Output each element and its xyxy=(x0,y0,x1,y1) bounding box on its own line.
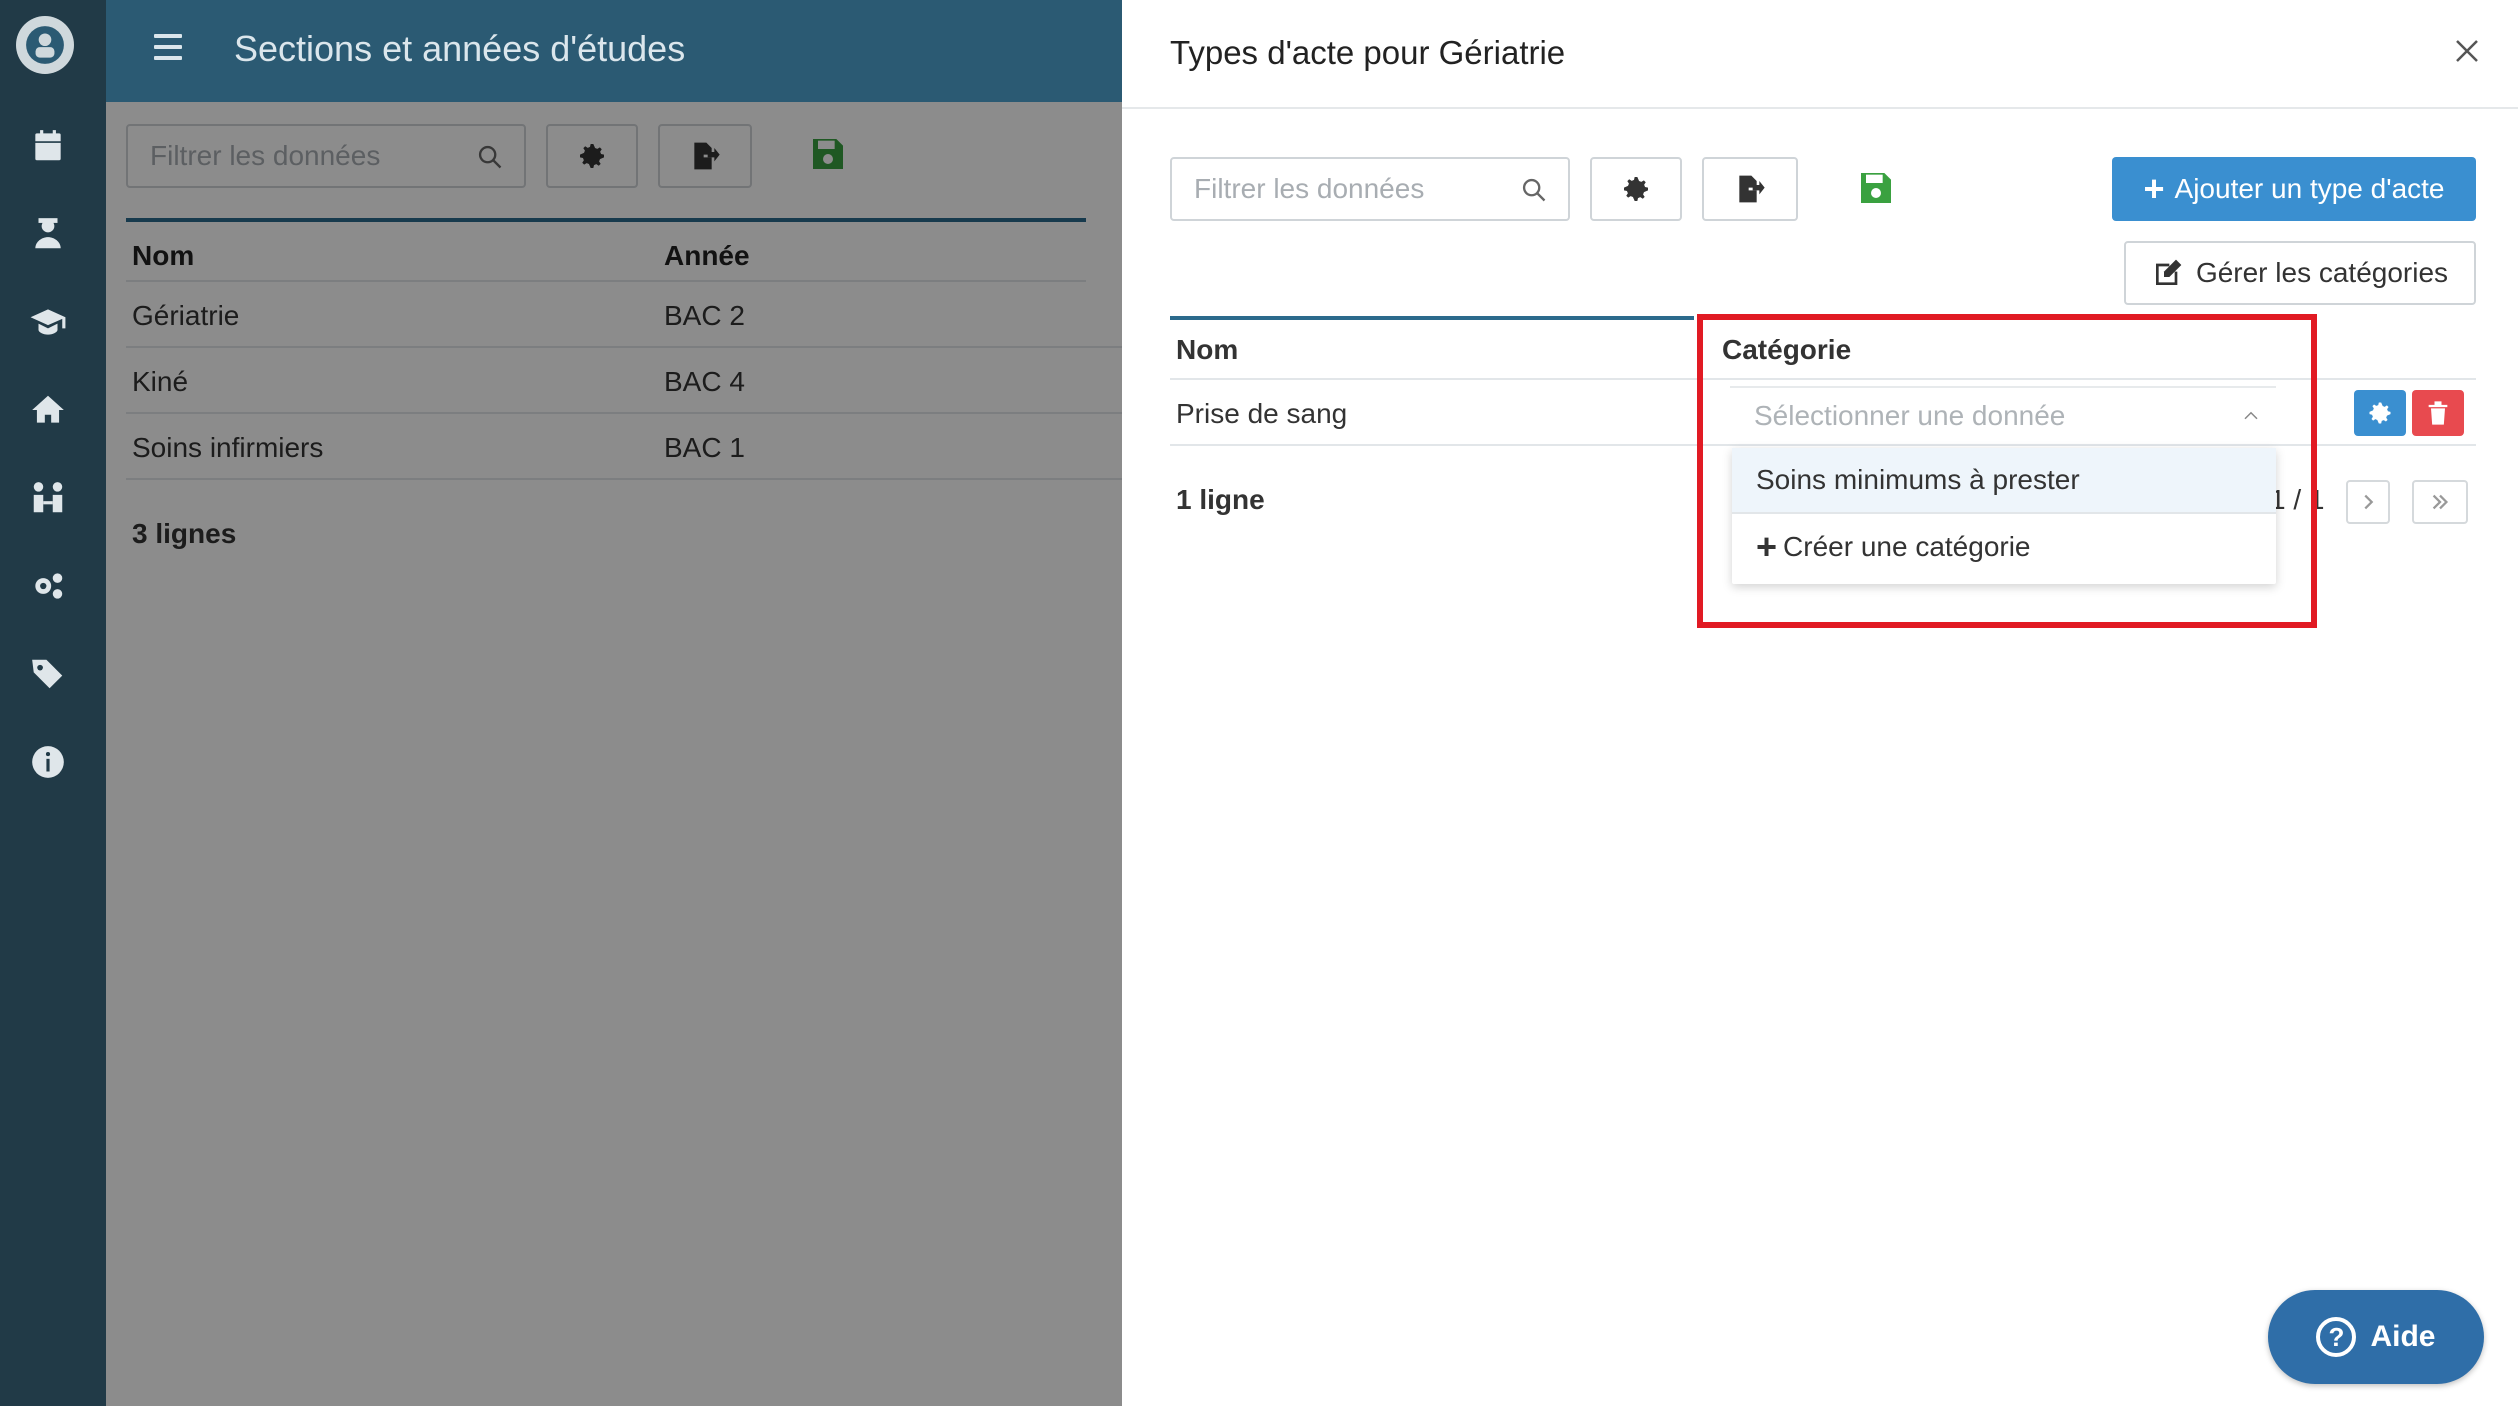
drawer-settings-button[interactable] xyxy=(1590,157,1682,221)
row-delete-button[interactable] xyxy=(2412,390,2464,436)
gears-icon xyxy=(35,573,63,599)
plus-icon: + xyxy=(2143,168,2165,209)
file-export-icon xyxy=(1739,175,1765,203)
manage-categories-label: Gérer les catégories xyxy=(2195,257,2449,288)
calendar-icon xyxy=(35,130,61,161)
row-settings-button[interactable] xyxy=(2354,390,2406,436)
manage-categories-button[interactable]: Gérer les catégories xyxy=(2124,241,2476,305)
last-page-button[interactable] xyxy=(2412,480,2468,524)
top-bar: Sections et années d'études xyxy=(106,0,1122,102)
nav-people[interactable] xyxy=(0,458,96,538)
home-icon xyxy=(32,395,64,423)
drawer-search-input[interactable] xyxy=(1172,159,1489,219)
column-header-nom[interactable]: Nom xyxy=(1176,334,1238,366)
drawer-title: Types d'acte pour Gériatrie xyxy=(1170,34,1566,71)
double-chevron-right-icon xyxy=(2432,494,2449,510)
close-icon[interactable] xyxy=(2452,36,2482,66)
student-icon xyxy=(35,218,61,249)
drawer-panel: Types d'acte pour Gériatrie + Ajouter un… xyxy=(1122,0,2518,1406)
search-icon xyxy=(1522,178,1546,202)
app-logo[interactable] xyxy=(16,16,74,74)
graduation-cap-icon xyxy=(30,309,66,335)
modal-backdrop[interactable] xyxy=(106,102,1122,1406)
save-icon xyxy=(1861,173,1891,203)
highlight-box xyxy=(1697,314,2317,628)
cell-nom: Prise de sang xyxy=(1176,398,1348,429)
help-label: Aide xyxy=(2370,1320,2436,1353)
tags-icon xyxy=(32,659,63,689)
gear-icon xyxy=(1624,177,1648,201)
trash-icon xyxy=(2428,401,2448,425)
help-button[interactable]: ? Aide xyxy=(2268,1290,2484,1384)
drawer-search-field[interactable] xyxy=(1170,157,1570,221)
add-act-type-button[interactable]: + Ajouter un type d'acte xyxy=(2112,157,2476,221)
menu-icon[interactable] xyxy=(154,34,182,60)
next-page-button[interactable] xyxy=(2346,480,2390,524)
nav-home[interactable] xyxy=(0,370,96,450)
edit-icon xyxy=(2155,259,2182,285)
people-icon xyxy=(33,482,63,513)
sidebar xyxy=(0,0,106,1406)
add-act-type-label: Ajouter un type d'acte xyxy=(2174,173,2445,204)
logo-icon xyxy=(26,26,64,64)
chevron-right-icon xyxy=(2364,494,2374,510)
row-count: 1 ligne xyxy=(1176,484,1265,515)
nav-info[interactable] xyxy=(0,722,96,802)
gear-icon xyxy=(2369,402,2391,424)
nav-students[interactable] xyxy=(0,194,96,274)
info-icon xyxy=(32,746,64,778)
question-icon: ? xyxy=(2316,1317,2357,1357)
nav-calendar[interactable] xyxy=(0,106,96,186)
nav-settings[interactable] xyxy=(0,546,96,626)
drawer-save-button[interactable] xyxy=(1856,168,1896,208)
nav-tags[interactable] xyxy=(0,634,96,714)
divider xyxy=(1122,107,2518,109)
nav-graduation[interactable] xyxy=(0,282,96,362)
drawer-export-button[interactable] xyxy=(1702,157,1798,221)
page-title: Sections et années d'études xyxy=(234,28,686,69)
